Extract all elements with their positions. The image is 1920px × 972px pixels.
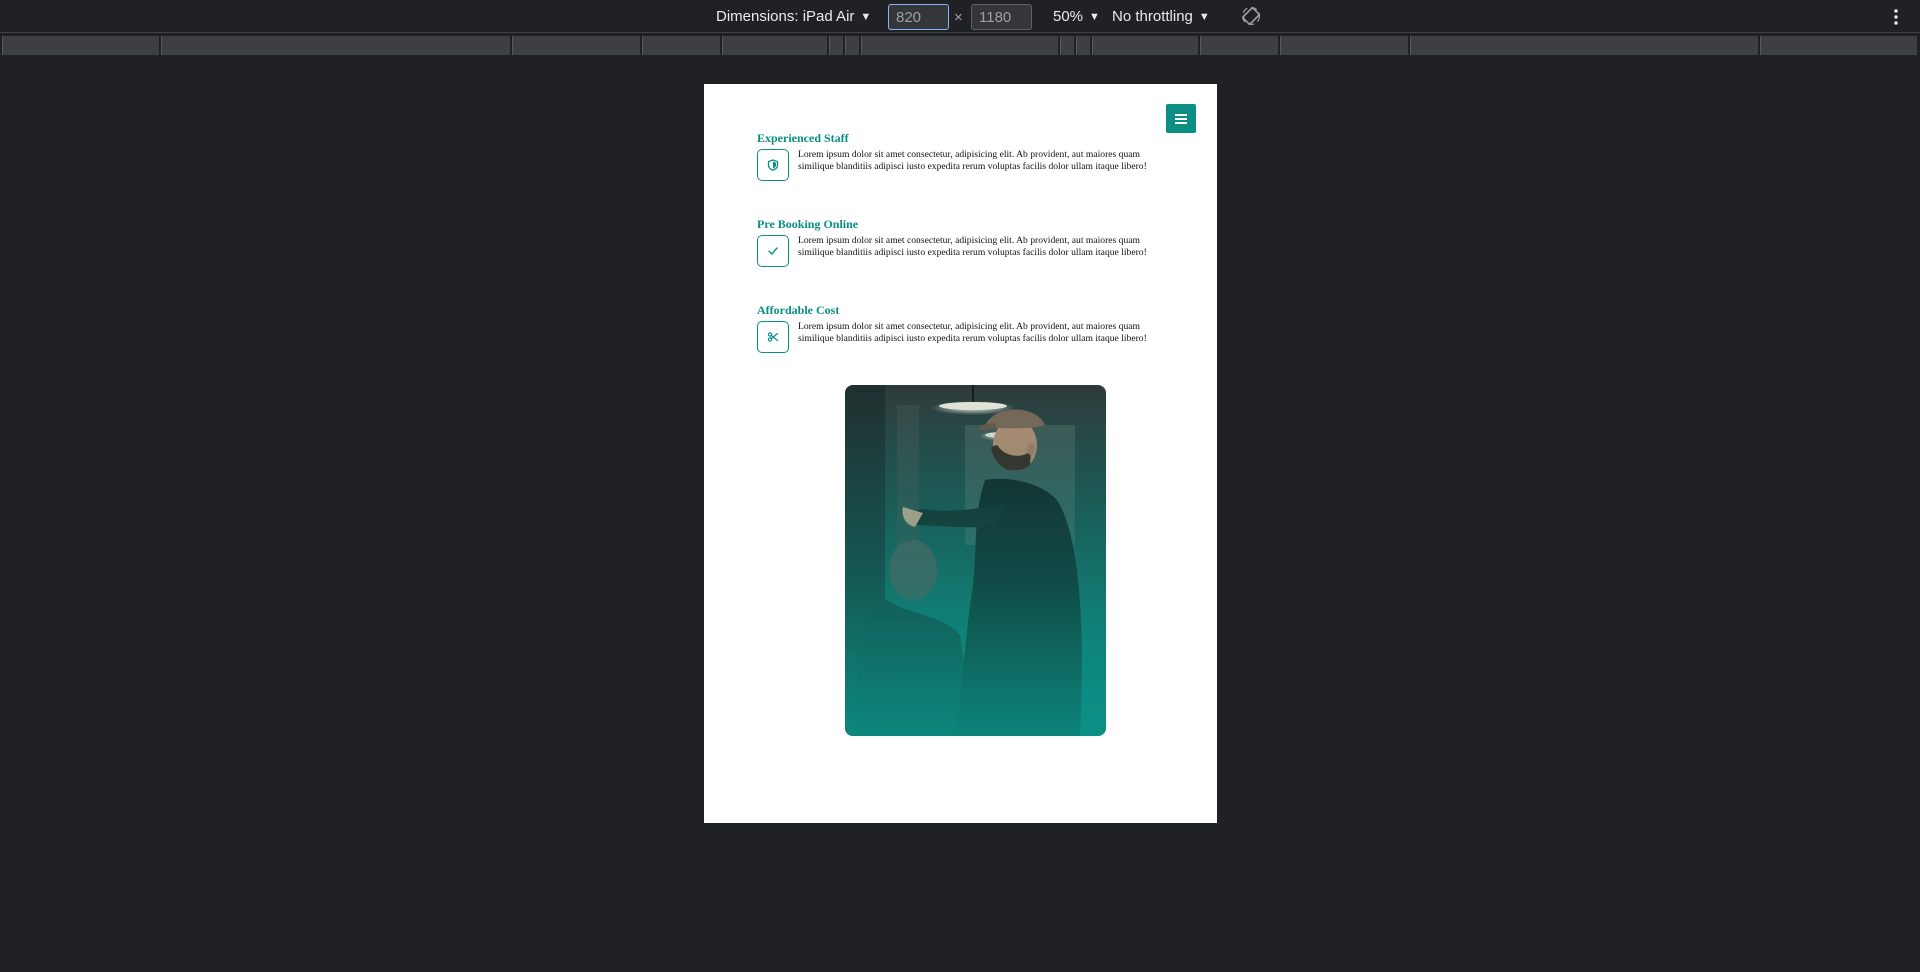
feature-experienced-staff: Experienced Staff Lorem ipsum dolor sit … [757,131,1177,181]
media-query-segment[interactable] [1410,36,1759,55]
throttling-label: No throttling [1112,8,1193,25]
zoom-dropdown[interactable]: 50% ▼ [1053,0,1100,33]
media-query-segment[interactable] [1760,36,1918,55]
media-query-segment[interactable] [1076,36,1091,55]
dimensions-dropdown[interactable]: Dimensions: iPad Air ▼ [716,0,871,33]
feature-affordable-cost: Affordable Cost Lorem ipsum dolor sit am… [757,303,1177,353]
media-query-segment[interactable] [845,36,860,55]
feature-title: Experienced Staff [757,131,849,145]
feature-icon-box [757,321,789,353]
width-input[interactable]: 820 [888,4,949,30]
feature-icon-box [757,149,789,181]
dimension-separator: × [954,9,963,26]
media-query-segment[interactable] [1280,36,1409,55]
device-toolbar: Dimensions: iPad Air ▼ 820 × 1180 50% ▼ … [0,0,1920,33]
hamburger-icon [1175,113,1187,124]
barber-photo-illustration [845,385,1106,736]
feature-description: Lorem ipsum dolor sit amet consectetur, … [798,321,1147,344]
more-options-icon[interactable] [1892,6,1900,28]
chevron-down-icon: ▼ [860,10,872,23]
menu-button[interactable] [1166,104,1196,133]
dimensions-label: Dimensions: iPad Air [716,8,855,25]
feature-description: Lorem ipsum dolor sit amet consectetur, … [798,235,1147,258]
feature-icon-box [757,235,789,267]
chevron-down-icon: ▼ [1089,10,1100,23]
check-icon [768,247,778,255]
media-query-bar [0,35,1920,56]
feature-description: Lorem ipsum dolor sit amet consectetur, … [798,149,1147,172]
media-query-segment[interactable] [1060,36,1075,55]
zoom-label: 50% [1053,8,1084,25]
media-query-segment[interactable] [722,36,828,55]
media-query-segment[interactable] [512,36,641,55]
height-value: 1180 [979,8,1012,26]
barber-photo [845,385,1106,736]
height-input[interactable]: 1180 [971,4,1032,30]
feature-pre-booking-online: Pre Booking Online Lorem ipsum dolor sit… [757,217,1177,267]
throttling-dropdown[interactable]: No throttling ▼ [1112,0,1210,33]
media-query-segment[interactable] [2,36,160,55]
feature-title: Pre Booking Online [757,217,859,231]
scissors-icon [767,332,779,342]
media-query-segment[interactable] [642,36,721,55]
media-query-segment[interactable] [829,36,844,55]
rotate-icon[interactable] [1241,6,1261,26]
device-viewport: Experienced Staff Lorem ipsum dolor sit … [704,84,1217,823]
media-query-segment[interactable] [161,36,511,55]
chevron-down-icon: ▼ [1198,10,1210,23]
media-query-segment[interactable] [1092,36,1199,55]
width-value: 820 [896,8,922,26]
media-query-segment[interactable] [861,36,1059,55]
feature-title: Affordable Cost [757,303,840,317]
media-query-segment[interactable] [1200,36,1279,55]
shield-icon [767,159,779,171]
